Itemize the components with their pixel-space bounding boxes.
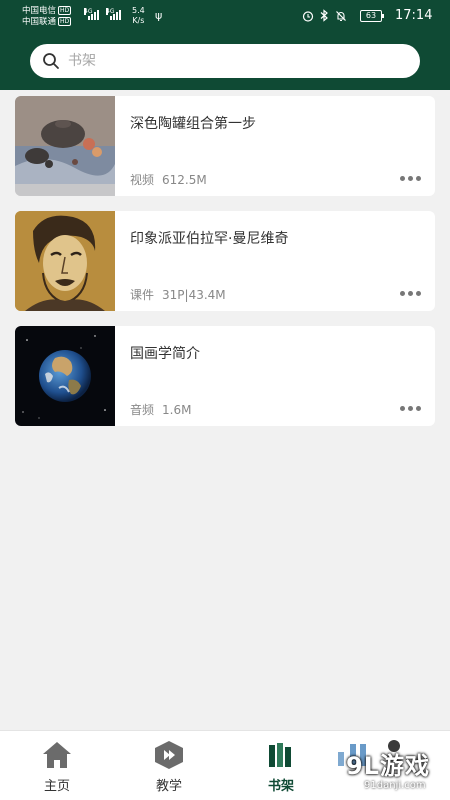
item-type: 音频	[130, 403, 155, 417]
item-meta: 音频 1.6M	[130, 401, 191, 418]
watermark-url: 91danji.com	[364, 780, 426, 791]
carrier2-label: 中国联通	[22, 17, 57, 27]
item-size: 612.5M	[162, 173, 207, 187]
bluetooth-icon	[320, 9, 328, 22]
item-type: 课件	[130, 288, 155, 302]
item-size: 1.6M	[162, 403, 192, 417]
status-bar: 中国电信 HD 中国联通 HD 4G 4G 5.4 K/s ψ 63 17:14	[0, 0, 450, 36]
more-icon[interactable]	[400, 406, 421, 411]
still-life-thumbnail	[15, 96, 115, 196]
item-title: 印象派亚伯拉罕·曼尼维奇	[130, 231, 289, 247]
network-speed: 5.4 K/s	[132, 6, 145, 25]
item-type: 视频	[130, 173, 155, 187]
watermark-text: 9L游戏	[346, 752, 430, 780]
list-item[interactable]: 国画学简介 音频 1.6M	[15, 326, 435, 426]
signal-icon: 4G	[84, 8, 99, 20]
tab-label: 主页	[43, 779, 70, 794]
hd-badge: HD	[58, 6, 72, 15]
clock: 17:14	[395, 8, 433, 23]
list-item[interactable]: 印象派亚伯拉罕·曼尼维奇 课件 31P|43.4M	[15, 211, 435, 311]
search-input[interactable]	[68, 50, 398, 72]
item-meta: 视频 612.5M	[130, 171, 207, 188]
item-title: 国画学简介	[130, 346, 200, 362]
list-item[interactable]: 深色陶罐组合第一步 视频 612.5M	[15, 96, 435, 196]
usb-icon: ψ	[155, 9, 163, 22]
hd-badge: HD	[58, 17, 72, 26]
earth-thumbnail	[15, 326, 115, 426]
header	[0, 36, 450, 90]
item-size: 31P|43.4M	[162, 288, 226, 302]
tab-teach[interactable]: 教学	[119, 731, 219, 800]
bookshelf-icon	[269, 743, 291, 767]
search-bar[interactable]	[30, 44, 420, 78]
alarm-icon	[302, 10, 314, 22]
teach-icon	[155, 741, 183, 769]
tab-label: 教学	[155, 779, 182, 794]
home-icon	[43, 742, 71, 768]
carrier-info: 中国电信 HD 中国联通 HD	[22, 6, 72, 28]
tab-home[interactable]: 主页	[7, 731, 107, 800]
search-icon	[43, 53, 59, 69]
carrier1-label: 中国电信	[22, 6, 57, 16]
item-title: 深色陶罐组合第一步	[130, 116, 256, 132]
system-icons	[302, 9, 347, 22]
more-icon[interactable]	[400, 176, 421, 181]
mute-icon	[336, 10, 346, 21]
signal-icon: 4G	[106, 8, 121, 20]
item-meta: 课件 31P|43.4M	[130, 286, 226, 303]
more-icon[interactable]	[400, 291, 421, 296]
battery-indicator: 63	[360, 10, 384, 22]
portrait-thumbnail	[15, 211, 115, 311]
